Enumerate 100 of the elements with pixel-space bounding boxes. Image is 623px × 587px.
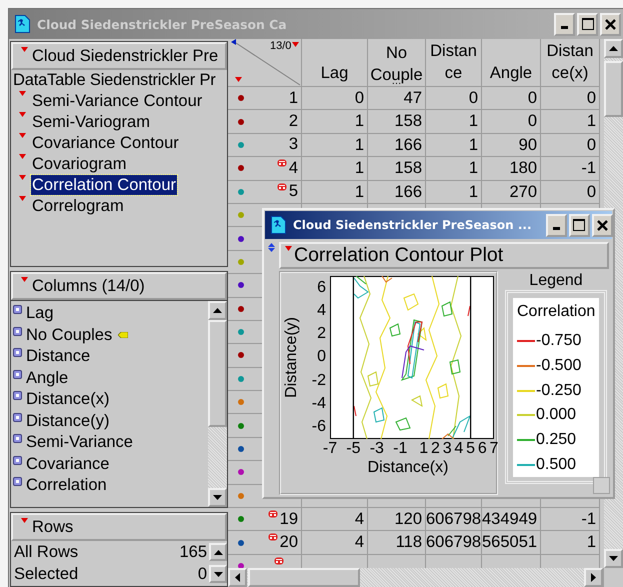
panel-header[interactable]: Columns (14/0) [11,272,227,300]
table-cell: 0 [541,180,600,204]
table-cell: 1 [426,110,482,134]
table-cell: 1 [426,180,482,204]
table-cell: 120 [368,508,426,532]
disclosure-triangle-icon[interactable] [235,77,242,82]
disclosure-triangle-icon[interactable] [285,246,292,251]
table-cell: 1 [302,134,368,158]
column-name[interactable]: Distance(y) [26,412,110,431]
scroll-down-button[interactable] [208,488,227,507]
disclosure-triangle-icon[interactable] [19,154,26,159]
table-cell: 1 [426,134,482,158]
scrollbar[interactable] [208,301,227,507]
legend-label: -0.250 [536,382,582,400]
scroll-up-button[interactable] [208,301,227,320]
tick-label: -6 [312,418,326,436]
table-cell: 0 [302,87,368,110]
table-cell: 1 [302,110,368,134]
report-item[interactable]: Semi-Variogram [31,112,151,132]
table-cell: 47 [368,87,426,110]
report-item[interactable]: Correlation Contour [31,174,177,194]
disclosure-triangle-icon[interactable] [19,112,26,117]
disclosure-triangle-icon[interactable] [292,42,299,47]
scroll-right-button[interactable] [584,568,603,587]
table-cell: 1 [426,157,482,181]
report-item[interactable]: Semi-Variance Contour [31,90,204,110]
arrow-down-icon [213,495,222,500]
close-button[interactable] [600,12,621,36]
tick-label: -1 [393,440,408,458]
disclosure-triangle-icon[interactable] [21,47,28,52]
column-icon [13,370,22,378]
disclosure-triangle-icon[interactable] [21,277,28,282]
row-count-value: 165 [179,542,207,562]
scroll-down-button[interactable] [209,565,227,583]
resize-grip[interactable] [593,477,610,494]
tick-label: -5 [346,440,361,458]
column-header[interactable]: Lag [302,39,368,87]
column-name[interactable]: Lag [26,304,54,324]
panel-header[interactable]: Cloud Siedenstrickler Pre [11,42,227,70]
table-cell: -1 [541,508,600,532]
column-icon [13,434,22,443]
table-cell: 158 [368,110,426,134]
legend-title: Legend [528,272,584,290]
outline-header[interactable]: Correlation Contour Plot [279,242,609,269]
report-item[interactable]: Correlogram [31,196,125,216]
diamond-icon[interactable] [268,243,275,252]
data-table-name: DataTable Siedenstrickler Pr [12,70,217,90]
scroll-up-button[interactable] [604,39,623,58]
scroll-left-button[interactable] [228,568,247,587]
column-name[interactable]: Semi-Variance [26,433,133,452]
tick-label: 6 [478,440,487,458]
table-cell: 0 [541,87,600,110]
column-name[interactable]: Distance [26,347,90,366]
column-icon [13,412,22,422]
report-item[interactable]: Covariogram [31,154,128,174]
maximize-button[interactable] [568,214,590,236]
column-icon [13,305,22,314]
selection-count: 13/0 [270,40,292,52]
column-header[interactable]: Angle [482,39,541,87]
table-cell: 434949 [482,508,541,532]
disclosure-triangle-icon[interactable] [19,175,26,180]
column-header[interactable]: No Couple … [368,39,426,87]
row-count-label: Selected [14,564,80,584]
scrollbar[interactable] [228,568,603,587]
minimize-icon [552,227,560,230]
disclosure-triangle-icon[interactable] [19,133,26,138]
scroll-down-button[interactable] [604,549,623,568]
disclosure-triangle-icon[interactable] [19,91,26,96]
report-item[interactable]: Covariance Contour [31,132,180,152]
column-name[interactable]: Covariance [26,454,110,474]
column-name[interactable]: Angle [26,368,68,388]
panel-header[interactable]: Rows [11,513,227,541]
row-number: 20 [280,533,298,552]
scrollbar-thumb[interactable] [208,320,227,427]
column-name[interactable]: Correlation [26,476,107,496]
disclosure-triangle-icon[interactable] [21,518,28,523]
arrow-down-icon [214,572,222,576]
minimize-button[interactable] [554,12,575,36]
disclosure-triangle-icon[interactable] [19,196,26,201]
maximize-button[interactable] [577,12,598,36]
table-cell: 270 [482,180,541,204]
scrollbar-thumb[interactable] [604,61,623,117]
tick-label: -4 [312,394,326,413]
scrollbar-thumb[interactable] [248,568,360,587]
row-number: 2 [288,112,298,132]
close-icon [596,220,608,230]
table-cell: 1 [541,110,600,134]
column-icon [13,326,22,336]
window-title: Cloud Siedenstrickler PreSeason ... [293,218,532,232]
close-button[interactable] [592,214,613,236]
minimize-button[interactable] [546,214,567,236]
tick-label: -7 [322,440,338,458]
window-title: Cloud Siedenstrickler PreSeason Ca [37,16,287,32]
column-name[interactable]: No Couples [26,326,112,345]
column-header[interactable]: Distan ce [426,39,482,87]
tick-label: -3 [370,440,384,458]
scroll-up-button[interactable] [209,543,227,561]
column-name[interactable]: Distance(x) [26,390,110,410]
table-cell: 565051 [482,531,541,555]
column-header[interactable]: Distan ce(x) [541,39,600,87]
